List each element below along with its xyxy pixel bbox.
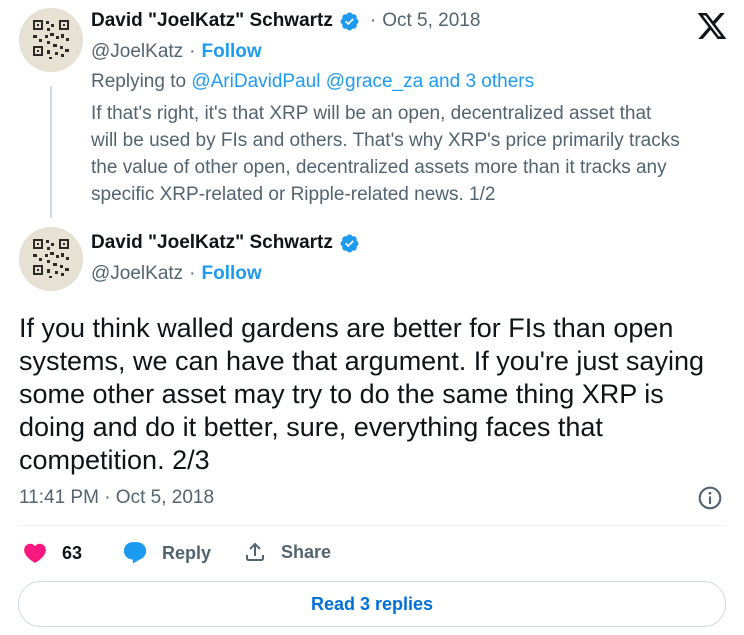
tweet-text-line: systems, we can have that argument. If y… bbox=[19, 346, 704, 376]
replying-to-users[interactable]: @AriDavidPaul @grace_za and 3 others bbox=[191, 71, 534, 92]
tweet-text-line: If that's right, it's that XRP will be a… bbox=[91, 103, 652, 124]
separator-dot: · bbox=[189, 41, 196, 62]
tweet-text-line: competition. 2/3 bbox=[19, 445, 210, 475]
tweet-text-line: If you think walled gardens are better f… bbox=[19, 313, 674, 343]
thread-line bbox=[50, 86, 52, 218]
tweet-date[interactable]: Oct 5, 2018 bbox=[382, 10, 480, 32]
follow-button[interactable]: Follow bbox=[202, 263, 262, 285]
tweet-text-line: specific XRP-related or Ripple-related n… bbox=[91, 184, 496, 205]
main-tweet-text: If you think walled gardens are better f… bbox=[19, 312, 729, 477]
follow-button[interactable]: Follow bbox=[202, 41, 262, 63]
verified-badge-icon bbox=[340, 12, 359, 30]
avatar[interactable] bbox=[19, 227, 83, 291]
info-icon[interactable] bbox=[697, 485, 723, 511]
separator-dot: · bbox=[369, 10, 377, 31]
replying-to: Replying to @AriDavidPaul @grace_za and … bbox=[91, 71, 534, 93]
qr-avatar-image bbox=[19, 227, 83, 291]
tweet-timestamp[interactable]: 11:41 PM · Oct 5, 2018 bbox=[19, 487, 214, 509]
share-icon bbox=[246, 542, 264, 561]
verified-badge-icon bbox=[340, 234, 359, 252]
author-name[interactable]: David "JoelKatz" Schwartz bbox=[91, 10, 333, 32]
tweet-text-line: will be used by FIs and others. That's w… bbox=[91, 130, 680, 151]
qr-avatar-image bbox=[19, 8, 83, 72]
replying-prefix: Replying to bbox=[91, 71, 187, 92]
separator-dot: · bbox=[189, 263, 196, 284]
first-tweet-header: David "JoelKatz" Schwartz · Oct 5, 2018 bbox=[91, 10, 480, 32]
share-label: Share bbox=[281, 541, 332, 562]
read-replies-button[interactable]: Read 3 replies bbox=[18, 581, 726, 627]
tweet-text-line: doing and do it better, sure, everything… bbox=[19, 412, 603, 442]
first-tweet-handle-row: @JoelKatz · Follow bbox=[91, 41, 262, 63]
x-logo-icon[interactable] bbox=[696, 10, 728, 42]
heart-icon bbox=[24, 543, 46, 563]
author-name[interactable]: David "JoelKatz" Schwartz bbox=[91, 232, 333, 254]
reply-button[interactable]: Reply bbox=[122, 540, 211, 566]
like-button[interactable]: 63 bbox=[22, 540, 82, 566]
reply-bubble-icon bbox=[123, 542, 147, 564]
reply-label: Reply bbox=[162, 542, 212, 563]
share-button[interactable]: Share bbox=[243, 540, 331, 564]
tweet-text-line: some other asset may try to do the same … bbox=[19, 379, 664, 409]
avatar[interactable] bbox=[19, 8, 83, 72]
main-tweet-handle-row: @JoelKatz · Follow bbox=[91, 263, 262, 285]
author-handle[interactable]: @JoelKatz bbox=[91, 41, 183, 63]
like-count: 63 bbox=[62, 542, 83, 563]
main-tweet-header: David "JoelKatz" Schwartz bbox=[91, 232, 360, 254]
tweet-text-line: the value of other open, decentralized a… bbox=[91, 157, 667, 178]
divider bbox=[18, 525, 726, 526]
first-tweet-text: If that's right, it's that XRP will be a… bbox=[91, 100, 731, 208]
read-replies-label: Read 3 replies bbox=[310, 593, 434, 614]
author-handle[interactable]: @JoelKatz bbox=[91, 263, 183, 285]
